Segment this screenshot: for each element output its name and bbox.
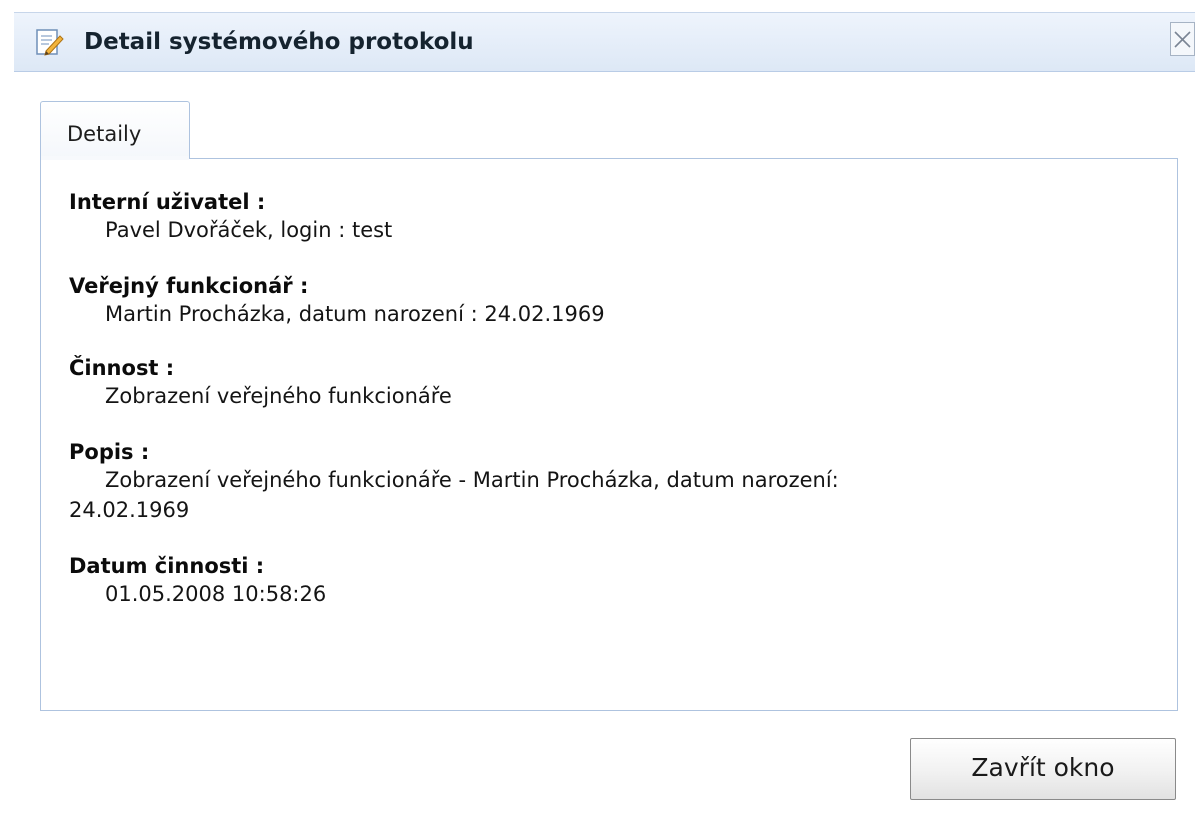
description-value: Zobrazení veřejného funkcionáře - Martin…: [69, 465, 1165, 525]
activity-date-value: 01.05.2008 10:58:26: [105, 582, 327, 606]
internal-user-value: Pavel Dvořáček, login : test: [105, 218, 393, 242]
close-window-button[interactable]: Zavřít okno: [910, 738, 1176, 800]
tab-details[interactable]: Detaily: [40, 101, 190, 159]
details-panel: Interní uživatel : Pavel Dvořáček, login…: [40, 158, 1178, 711]
activity-date-field: Datum činnosti : 01.05.2008 10:58:26: [69, 553, 326, 609]
dialog-title: Detail systémového protokolu: [84, 29, 474, 55]
public-official-value: Martin Procházka, datum narození : 24.02…: [105, 302, 605, 326]
activity-label: Činnost :: [69, 356, 175, 380]
description-label: Popis :: [69, 440, 150, 464]
close-icon[interactable]: [1170, 22, 1195, 56]
public-official-field: Veřejný funkcionář : Martin Procházka, d…: [69, 273, 605, 329]
internal-user-field: Interní uživatel : Pavel Dvořáček, login…: [69, 189, 392, 245]
activity-value: Zobrazení veřejného funkcionáře: [105, 384, 452, 408]
edit-document-icon: [34, 27, 64, 57]
tab-panel-join: [41, 156, 189, 160]
activity-date-label: Datum činnosti :: [69, 554, 265, 578]
internal-user-label: Interní uživatel :: [69, 190, 266, 214]
public-official-label: Veřejný funkcionář :: [69, 274, 309, 298]
log-detail-dialog: Detail systémového protokolu Detaily Int…: [0, 0, 1195, 828]
description-value-line1: Zobrazení veřejného funkcionáře - Martin…: [105, 468, 839, 492]
dialog-titlebar: Detail systémového protokolu: [14, 12, 1195, 72]
activity-field: Činnost : Zobrazení veřejného funkcionář…: [69, 355, 452, 411]
description-value-line2: 24.02.1969: [69, 498, 190, 522]
description-field: Popis : Zobrazení veřejného funkcionáře …: [69, 439, 1165, 525]
tab-details-label: Detaily: [67, 122, 142, 146]
